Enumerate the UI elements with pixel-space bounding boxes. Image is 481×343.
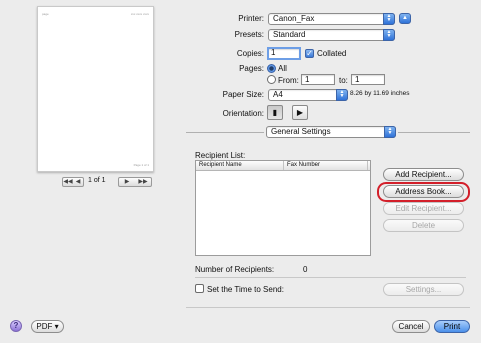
copies-label: Copies: xyxy=(236,49,264,58)
presets-popup[interactable]: Standard ▲ ▼ xyxy=(268,29,395,41)
preview-footer: Page 1 of 1 xyxy=(133,163,149,167)
number-of-recipients-value: 0 xyxy=(303,265,308,274)
disclosure-triangle-button[interactable]: ▲ xyxy=(399,13,411,24)
copies-input[interactable]: 1 xyxy=(267,47,301,60)
recipient-list[interactable]: Recipient Name Fax Number xyxy=(195,160,371,256)
presets-value: Standard xyxy=(273,30,306,39)
edit-recipient-button[interactable]: Edit Recipient... xyxy=(383,202,464,215)
pages-from-input[interactable]: 1 xyxy=(301,74,335,85)
number-of-recipients-label: Number of Recipients: xyxy=(195,265,275,274)
portrait-icon: ▮ xyxy=(272,108,278,117)
preview-nav-back-group: ◀◀ ◀ xyxy=(62,177,84,187)
bottom-divider xyxy=(186,307,470,308)
previous-page-icon[interactable]: ◀ xyxy=(73,178,83,186)
help-button[interactable]: ? xyxy=(10,320,22,332)
section-divider-right xyxy=(398,132,470,133)
send-time-checkbox[interactable] xyxy=(195,284,204,293)
recipient-list-header: Recipient Name Fax Number xyxy=(196,161,370,171)
pages-label: Pages: xyxy=(239,64,264,73)
paper-dimensions: 8.26 by 11.69 inches xyxy=(350,90,410,97)
section-divider-left xyxy=(186,132,264,133)
recipients-divider xyxy=(195,277,466,278)
popup-arrows-icon: ▲ ▼ xyxy=(383,13,395,25)
settings-button[interactable]: Settings... xyxy=(383,283,464,296)
landscape-icon: ▶ xyxy=(296,108,304,117)
presets-label: Presets: xyxy=(234,30,264,39)
cancel-button[interactable]: Cancel xyxy=(392,320,430,333)
pages-from-label: From: xyxy=(278,76,299,85)
pages-all-radio[interactable] xyxy=(267,64,276,73)
collated-label: Collated xyxy=(317,49,347,58)
preview-header-left: page xyxy=(42,12,49,16)
paper-size-value: A4 xyxy=(273,90,283,99)
pages-all-label: All xyxy=(278,64,287,73)
popup-arrows-icon: ▲ ▼ xyxy=(383,29,395,41)
printer-label: Printer: xyxy=(238,14,264,23)
printer-value: Canon_Fax xyxy=(273,14,315,23)
portrait-orientation-button[interactable]: ▮ xyxy=(267,105,283,120)
delete-button[interactable]: Delete xyxy=(383,219,464,232)
preview-header-right: xxx xxxx xxxx xyxy=(130,12,149,16)
column-recipient-name[interactable]: Recipient Name xyxy=(196,161,284,170)
pages-from-radio[interactable] xyxy=(267,75,276,84)
next-page-icon[interactable]: ▶ xyxy=(119,178,135,186)
pages-to-input[interactable]: 1 xyxy=(351,74,385,85)
pages-to-label: to: xyxy=(339,76,348,85)
first-page-icon[interactable]: ◀◀ xyxy=(63,178,73,186)
section-value: General Settings xyxy=(271,127,331,136)
address-book-button[interactable]: Address Book... xyxy=(383,185,464,198)
print-preview-page: page xxx xxxx xxxx Page 1 of 1 xyxy=(37,6,154,172)
popup-arrows-icon: ▲ ▼ xyxy=(384,126,396,138)
print-button[interactable]: Print xyxy=(434,320,470,333)
orientation-label: Orientation: xyxy=(222,109,264,118)
add-recipient-button[interactable]: Add Recipient... xyxy=(383,168,464,181)
pdf-menu-button[interactable]: PDF ▾ xyxy=(31,320,64,333)
send-time-label: Set the Time to Send: xyxy=(207,285,284,294)
popup-arrows-icon: ▲ ▼ xyxy=(336,89,348,101)
printer-popup[interactable]: Canon_Fax ▲ ▼ xyxy=(268,13,395,25)
landscape-orientation-button[interactable]: ▶ xyxy=(292,105,308,120)
last-page-icon[interactable]: ▶▶ xyxy=(135,178,151,186)
paper-size-popup[interactable]: A4 ▲ ▼ xyxy=(268,89,348,101)
column-fax-number[interactable]: Fax Number xyxy=(284,161,368,170)
paper-size-label: Paper Size: xyxy=(222,90,264,99)
page-indicator: 1 of 1 xyxy=(88,177,106,184)
collated-checkbox[interactable]: ✓ xyxy=(305,49,314,58)
preview-nav-forward-group: ▶ ▶▶ xyxy=(118,177,152,187)
section-popup[interactable]: General Settings ▲ ▼ xyxy=(266,126,396,138)
recipient-list-label: Recipient List: xyxy=(195,151,246,160)
